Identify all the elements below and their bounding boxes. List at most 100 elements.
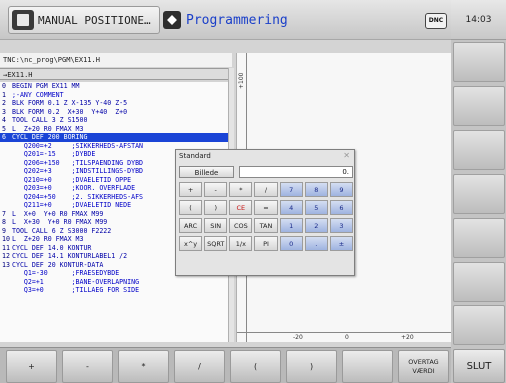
calculator-key[interactable]: 3 (329, 218, 353, 233)
calculator-key[interactable]: . (304, 236, 328, 251)
calculator-title: Standard (179, 152, 211, 160)
calculator-key[interactable]: ) (204, 200, 228, 215)
line-number: 3 (2, 107, 6, 116)
calculator-key[interactable]: SQRT (204, 236, 228, 251)
line-number: 1 (2, 90, 6, 99)
line-number: 4 (2, 116, 6, 124)
close-icon[interactable]: ✕ (343, 150, 350, 162)
line-number: 8 (2, 218, 6, 226)
softkey-4[interactable]: / (174, 350, 225, 383)
line-number (0, 278, 12, 287)
line-number: 13 (2, 260, 10, 269)
calculator-key[interactable]: CE (229, 200, 253, 215)
calculator-key[interactable]: - (204, 182, 228, 197)
title-bar: MANUAL POSITIONE… Programmering DNC (0, 0, 451, 40)
calculator-key[interactable]: 8 (304, 182, 328, 197)
line-code: Q3=+0 ;TILLAEG FOR SIDE (12, 286, 140, 294)
line-code: CYCL DEF 14.1 KONTURLABEL1 /2 (12, 252, 128, 260)
line-number: 2 (2, 99, 6, 107)
calculator-key[interactable]: 0 (279, 236, 303, 251)
calculator-key[interactable]: 7 (279, 182, 303, 197)
vertical-softkey-1[interactable] (453, 42, 505, 82)
calculator-key[interactable]: 4 (279, 200, 303, 215)
softkey-6[interactable]: ) (286, 350, 337, 383)
line-number (0, 193, 12, 202)
line-number (0, 269, 12, 278)
calculator-key[interactable]: 6 (329, 200, 353, 215)
line-code: Q1=-30 ;FRAESEDYBDE (12, 269, 120, 277)
program-line[interactable]: Q3=+0 ;TILLAEG FOR SIDE (0, 286, 228, 295)
machine-mode-tab[interactable]: MANUAL POSITIONE… (8, 6, 160, 34)
vertical-softkey-2[interactable] (453, 86, 505, 126)
line-code: CYCL DEF 14.0 KONTUR (12, 243, 92, 252)
line-number (0, 176, 12, 185)
horizontal-ruler-label-2: 0 (345, 334, 349, 341)
calculator-key[interactable]: 5 (304, 200, 328, 215)
vertical-softkey-6[interactable] (453, 262, 505, 302)
softkey-5[interactable]: ( (230, 350, 281, 383)
line-number (0, 167, 12, 176)
line-code: BLK FORM 0.2 X+30 Y+40 Z+0 (12, 107, 128, 116)
program-file-name: →EX11.H (0, 68, 228, 80)
vertical-softkey-5[interactable] (453, 218, 505, 258)
calculator-key[interactable]: 1 (279, 218, 303, 233)
horizontal-softkey-bar: + - * /() OVERTAG VÆRDI (0, 347, 451, 383)
line-code: Q2=+1 ;BANE-OVERLAPNING (12, 277, 140, 286)
calculator-key[interactable]: * (229, 182, 253, 197)
manual-mode-icon (12, 10, 34, 30)
dnc-icon[interactable]: DNC (425, 13, 447, 29)
program-line[interactable]: 0 BEGIN PGM EX11 MM (0, 82, 228, 91)
programming-mode-label: Programmering (186, 12, 288, 28)
softkey-2[interactable]: - (62, 350, 113, 383)
calculator-key[interactable]: 1/x (229, 236, 253, 251)
line-number: 11 (2, 243, 10, 252)
program-line[interactable]: 3 BLK FORM 0.2 X+30 Y+40 Z+0 (0, 108, 228, 117)
program-line[interactable]: 2 BLK FORM 0.1 Z X-135 Y-40 Z-5 (0, 99, 228, 108)
calculator-key[interactable]: 2 (304, 218, 328, 233)
program-line[interactable]: 1 ;-ANY COMMENT (0, 91, 228, 100)
line-code: TOOL CALL 3 Z S1500 (12, 116, 88, 124)
calculator-title-bar[interactable]: Standard ✕ (176, 150, 354, 162)
vertical-softkey-4[interactable] (453, 174, 505, 214)
calculator-key[interactable]: ( (179, 200, 203, 215)
horizontal-ruler-label-1: -20 (293, 334, 303, 341)
calculator-key[interactable]: SIN (204, 218, 228, 233)
softkey-1[interactable]: + (6, 350, 57, 383)
line-code: Q203=+0 ;KOOR. OVERFLADE (12, 184, 136, 192)
vertical-softkey-bar: 14:03 (451, 0, 506, 383)
vertical-softkey-3[interactable] (453, 130, 505, 170)
calculator-key[interactable]: ± (329, 236, 353, 251)
softkey-7[interactable] (342, 350, 393, 383)
line-number: 0 (2, 82, 6, 90)
softkey-8[interactable]: OVERTAG VÆRDI (398, 350, 449, 383)
programming-mode-tab[interactable]: Programmering (163, 6, 413, 34)
calculator-key[interactable]: = (254, 200, 278, 215)
calculator-key[interactable]: PI (254, 236, 278, 251)
calculator-key[interactable]: + (179, 182, 203, 197)
program-line[interactable]: 4 TOOL CALL 3 Z S1500 (0, 116, 228, 125)
line-code: L X+30 Y+0 R0 FMAX M99 (12, 218, 108, 226)
vertical-softkey-7[interactable] (453, 305, 505, 345)
calculator-key[interactable]: COS (229, 218, 253, 233)
line-number (0, 286, 12, 295)
softkey-3[interactable]: * (118, 350, 169, 383)
programming-mode-icon (163, 11, 181, 29)
horizontal-ruler-label-3: +20 (401, 334, 414, 341)
machine-mode-label: MANUAL POSITIONE… (38, 13, 151, 27)
billede-button[interactable]: Billede (179, 166, 234, 178)
line-number (0, 201, 12, 210)
line-number: 12 (2, 252, 10, 260)
calculator-key[interactable]: TAN (254, 218, 278, 233)
calculator-key[interactable]: 9 (329, 182, 353, 197)
program-line[interactable]: 5 L Z+20 R0 FMAX M3 (0, 125, 228, 134)
vertical-ruler-label: +100 (238, 72, 245, 89)
slut-button[interactable]: SLUT (453, 349, 505, 383)
program-line[interactable]: 6 CYCL DEF 200 BORING (0, 133, 228, 142)
program-line[interactable]: Q2=+1 ;BANE-OVERLAPNING (0, 278, 228, 287)
calculator-key[interactable]: / (254, 182, 278, 197)
line-number: 9 (2, 226, 6, 235)
calculator-key[interactable]: x^y (179, 236, 203, 251)
line-code: L Z+20 R0 FMAX M3 (12, 235, 84, 243)
calculator-dialog: Standard ✕ Billede 0. + - */7 8 9 () CE = 4 5 6 ARC… (175, 149, 355, 276)
calculator-key[interactable]: ARC (179, 218, 203, 233)
